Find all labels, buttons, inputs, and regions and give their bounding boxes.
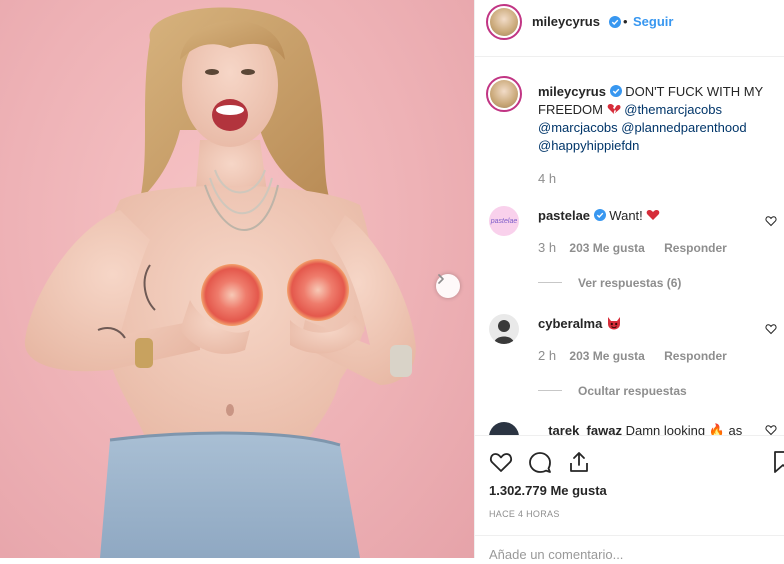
mention-happyhippiefdn[interactable]: @happyhippiefdn [538, 138, 639, 153]
caption-text-line1: DON'T FUCK WITH MY [625, 84, 764, 99]
mention-marcjacobs[interactable]: @marcjacobs [538, 120, 618, 135]
caption-avatar[interactable] [486, 76, 522, 112]
comment-icon[interactable] [528, 450, 552, 474]
comment-avatar[interactable] [489, 314, 519, 344]
header-separator: • [623, 14, 628, 29]
post-timestamp: HACE 4 HORAS [489, 509, 560, 519]
comment-input[interactable]: Añade un comentario... [489, 546, 623, 564]
like-comment-heart-icon[interactable] [765, 323, 777, 335]
comment-box-divider [475, 535, 784, 536]
reply-button[interactable]: Responder [664, 349, 727, 363]
author-avatar[interactable] [486, 4, 522, 40]
comment-username[interactable]: _tarek_fawaz [541, 423, 622, 435]
comment-avatar[interactable] [489, 422, 519, 435]
verified-badge-icon [609, 16, 621, 28]
view-replies-button[interactable]: Ver respuestas (6) [578, 276, 681, 290]
caption-time: 4 h [538, 171, 557, 186]
comment-likes[interactable]: 203 Me gusta [569, 349, 644, 363]
comment-username[interactable]: cyberalma [538, 316, 602, 331]
bookmark-icon[interactable] [771, 450, 784, 474]
verified-badge-icon [593, 209, 606, 221]
hide-replies-button[interactable]: Ocultar respuestas [578, 384, 687, 398]
heart-icon[interactable] [489, 450, 513, 474]
chevron-right-icon [438, 274, 444, 284]
photo-illustration [24, 7, 416, 558]
header-divider [475, 56, 784, 57]
next-photo-button[interactable] [436, 274, 460, 298]
comment-text: Damn looking [625, 423, 706, 435]
avatar-logo-text: pastelae [490, 217, 518, 225]
like-comment-heart-icon[interactable] [765, 424, 777, 435]
replies-line [538, 390, 562, 391]
comment-username[interactable]: pastelae [538, 208, 590, 223]
caption-text-line2: FREEDOM [538, 102, 603, 117]
actions-divider [475, 435, 784, 436]
reply-button[interactable]: Responder [664, 241, 727, 255]
verified-badge-icon [609, 85, 622, 97]
red-heart-emoji-icon [647, 210, 660, 220]
author-username[interactable]: mileycyrus [532, 13, 600, 31]
comment-time: 3 h [538, 240, 557, 255]
mention-plannedparenthood[interactable]: @plannedparenthood [621, 120, 746, 135]
comment-item: _tarek_fawaz Damn looking 🔥 as [475, 418, 784, 435]
instagram-post: mileycyrus • Seguir mileycyrus DON'T FUC… [0, 0, 784, 562]
likes-count[interactable]: 1.302.779 Me gusta [489, 482, 607, 500]
comment-text: Want! [609, 208, 643, 223]
like-comment-heart-icon[interactable] [765, 215, 777, 227]
post-side-panel: mileycyrus • Seguir mileycyrus DON'T FUC… [474, 0, 784, 562]
comment-time: 2 h [538, 348, 557, 363]
comment-text-trailing: as [728, 423, 743, 435]
fire-emoji-icon: 🔥 [708, 423, 725, 435]
mention-themarcjacobs[interactable]: @themarcjacobs [624, 102, 722, 117]
avatar-image [494, 320, 514, 344]
follow-button[interactable]: Seguir [633, 13, 673, 31]
devil-emoji-icon [607, 317, 620, 330]
replies-line [538, 282, 562, 283]
comment-avatar[interactable]: pastelae [489, 206, 519, 236]
share-icon[interactable] [567, 450, 591, 474]
broken-heart-emoji-icon [607, 104, 621, 114]
caption-username[interactable]: mileycyrus [538, 84, 606, 99]
post-photo[interactable] [0, 0, 474, 558]
comment-likes[interactable]: 203 Me gusta [569, 241, 644, 255]
